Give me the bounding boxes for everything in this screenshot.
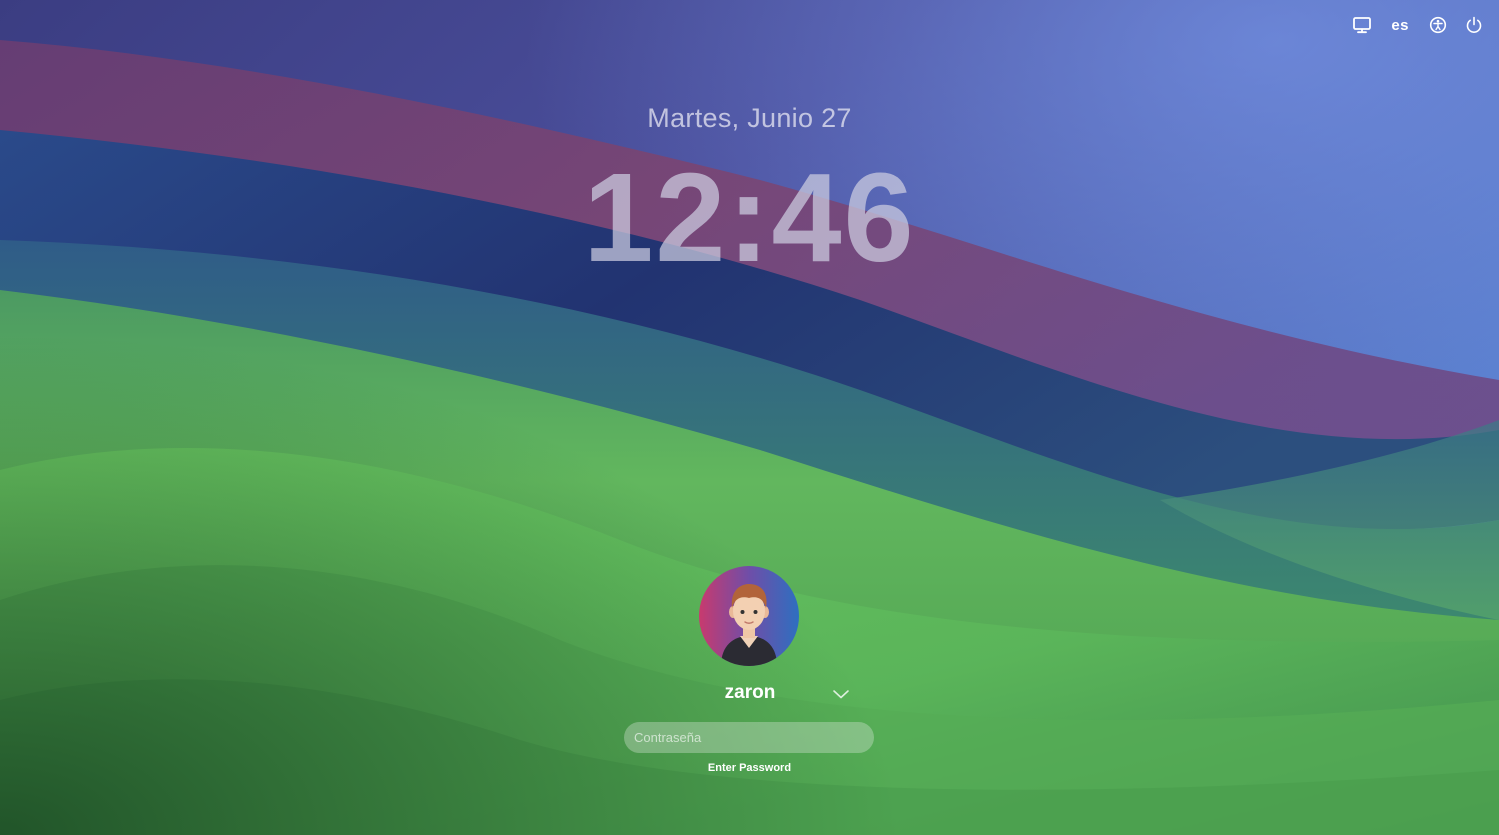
status-bar: es [1351,12,1485,38]
accessibility-icon[interactable] [1427,12,1449,38]
password-input[interactable] [634,730,864,745]
password-hint: Enter Password [707,762,792,774]
language-selector[interactable]: es [1387,12,1413,38]
user-avatar[interactable] [699,566,799,666]
user-name: zaron [724,682,776,703]
user-row: zaron [600,680,900,710]
lock-screen: es Martes, Junio 27 12:46 zaron Enter Pa… [0,0,1499,835]
password-field[interactable] [624,722,874,753]
power-icon[interactable] [1463,12,1485,38]
date-label: Martes, Junio 27 [647,103,852,133]
chevron-down-icon[interactable] [831,685,851,703]
display-icon[interactable] [1351,12,1373,38]
clock-time: 12:46 [583,147,916,288]
language-label: es [1391,16,1409,34]
